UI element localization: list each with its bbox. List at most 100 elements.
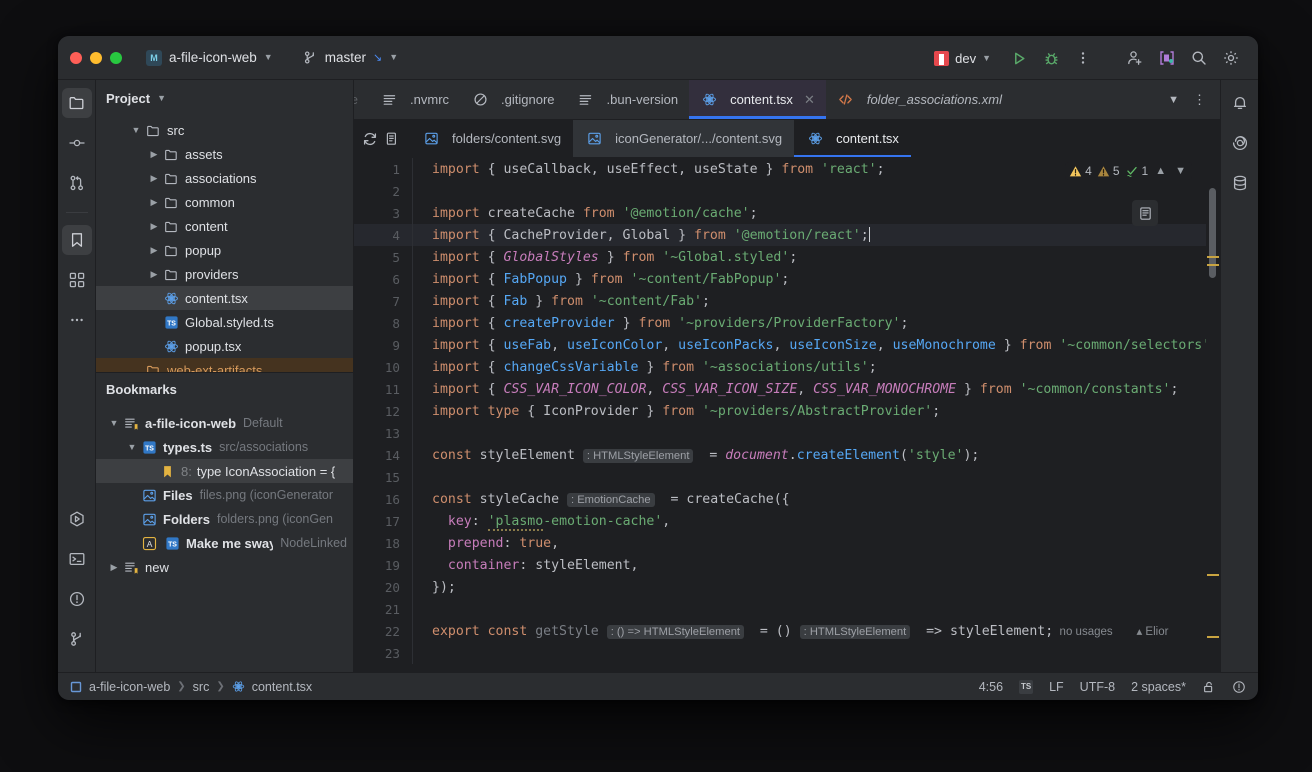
maximize-window-button[interactable] bbox=[110, 51, 122, 64]
code-line[interactable]: 16 const styleCache : EmotionCache = crea… bbox=[354, 488, 1220, 510]
sidebar-item-project[interactable] bbox=[61, 88, 92, 118]
editor-tab--nvmrc[interactable]: .nvmrc bbox=[369, 80, 460, 119]
project-selector[interactable]: M a-file-icon-web ▼ bbox=[140, 47, 279, 69]
line-number[interactable]: 4 bbox=[354, 228, 412, 243]
bookmark-row[interactable]: A TS Make me sway NodeLinked bbox=[96, 531, 353, 555]
bookmark-row[interactable]: ▼ TS types.ts src/associations bbox=[96, 435, 353, 459]
chevron-right-icon[interactable]: ▶ bbox=[106, 562, 122, 573]
weak-warning-count[interactable]: 5 bbox=[1097, 164, 1120, 178]
debug-button[interactable] bbox=[1036, 43, 1066, 73]
code-line[interactable]: 8 import { createProvider } from '~provid… bbox=[354, 312, 1220, 334]
run-tool-window-icon[interactable] bbox=[62, 504, 92, 534]
editor-tab--bun-version[interactable]: .bun-version bbox=[566, 80, 690, 119]
sidebar-item-commit[interactable] bbox=[62, 128, 92, 158]
code-line[interactable]: 9 import { useFab, useIconColor, useIconP… bbox=[354, 334, 1220, 356]
project-tree-row[interactable]: ▶ content bbox=[96, 214, 353, 238]
close-icon[interactable]: ✕ bbox=[804, 92, 815, 108]
code-line[interactable]: 15 bbox=[354, 466, 1220, 488]
problems-icon[interactable] bbox=[62, 584, 92, 614]
line-number[interactable]: 2 bbox=[354, 184, 412, 199]
run-configuration-selector[interactable]: dev ▼ bbox=[927, 48, 998, 69]
sidebar-item-bookmarks[interactable] bbox=[61, 225, 92, 255]
chevron-right-icon[interactable]: ▶ bbox=[146, 245, 162, 256]
bookmark-row[interactable]: ▼ a-file-icon-web Default bbox=[96, 411, 353, 435]
marker-warning[interactable] bbox=[1207, 264, 1219, 266]
chevron-up-icon[interactable]: ▲ bbox=[1153, 165, 1168, 177]
line-number[interactable]: 7 bbox=[354, 294, 412, 309]
code-line[interactable]: 4 import { CacheProvider, Global } from '… bbox=[354, 224, 1220, 246]
marker-warning[interactable] bbox=[1207, 636, 1219, 638]
chevron-right-icon[interactable]: ▶ bbox=[146, 149, 162, 160]
chevron-down-icon[interactable]: ▼ bbox=[128, 125, 144, 135]
code-line[interactable]: 2 bbox=[354, 180, 1220, 202]
ai-assistant-icon[interactable] bbox=[1225, 128, 1255, 158]
line-number[interactable]: 17 bbox=[354, 514, 412, 529]
chevron-down-icon[interactable]: ▼ bbox=[124, 442, 140, 452]
line-number[interactable]: 13 bbox=[354, 426, 412, 441]
more-vertical-icon[interactable] bbox=[1068, 43, 1098, 73]
code-line[interactable]: 12 import type { IconProvider } from '~pr… bbox=[354, 400, 1220, 422]
project-tree-row[interactable]: ▶ assets bbox=[96, 142, 353, 166]
chevron-right-icon[interactable]: ▶ bbox=[146, 221, 162, 232]
line-number[interactable]: 5 bbox=[354, 250, 412, 265]
line-number[interactable]: 21 bbox=[354, 602, 412, 617]
code-line[interactable]: 13 bbox=[354, 422, 1220, 444]
status-crumb-folder[interactable]: src bbox=[193, 680, 210, 694]
warning-count[interactable]: 4 bbox=[1069, 164, 1092, 178]
unlock-icon[interactable] bbox=[1202, 680, 1216, 694]
editor-tab-partial[interactable]: nore bbox=[354, 80, 369, 119]
file-encoding[interactable]: UTF-8 bbox=[1080, 680, 1115, 694]
code-line[interactable]: 18 prepend: true, bbox=[354, 532, 1220, 554]
version-control-icon[interactable] bbox=[62, 624, 92, 654]
line-number[interactable]: 14 bbox=[354, 448, 412, 463]
sidebar-item-pull-requests[interactable] bbox=[62, 168, 92, 198]
caret-position[interactable]: 4:56 bbox=[979, 680, 1003, 694]
project-tree-row[interactable]: ▶ common bbox=[96, 190, 353, 214]
project-tree-row[interactable]: web-ext-artifacts bbox=[96, 358, 353, 372]
inspections-widget-icon[interactable] bbox=[1232, 680, 1246, 694]
line-number[interactable]: 18 bbox=[354, 536, 412, 551]
chevron-right-icon[interactable]: ▶ bbox=[146, 173, 162, 184]
documentation-popup-icon[interactable] bbox=[1132, 200, 1158, 226]
project-tree-row[interactable]: ▶ popup bbox=[96, 238, 353, 262]
project-tree-row[interactable]: content.tsx bbox=[96, 286, 353, 310]
inspections-widget[interactable]: 4 5 1 ▲ ▼ bbox=[1065, 162, 1192, 180]
code-line[interactable]: 19 container: styleElement, bbox=[354, 554, 1220, 576]
marker-warning[interactable] bbox=[1207, 574, 1219, 576]
close-window-button[interactable] bbox=[70, 51, 82, 64]
code-with-me-icon[interactable] bbox=[1152, 43, 1182, 73]
line-number[interactable]: 19 bbox=[354, 558, 412, 573]
line-number[interactable]: 11 bbox=[354, 382, 412, 397]
search-icon[interactable] bbox=[1184, 43, 1214, 73]
sidebar-item-more-tools[interactable] bbox=[62, 305, 92, 335]
line-number[interactable]: 1 bbox=[354, 162, 412, 177]
preview-tab-2[interactable]: content.tsx bbox=[794, 120, 911, 157]
add-user-icon[interactable] bbox=[1120, 43, 1150, 73]
project-tree-row[interactable]: ▼ src bbox=[96, 118, 353, 142]
line-number[interactable]: 20 bbox=[354, 580, 412, 595]
code-line[interactable]: 14 const styleElement : HTMLStyleElement … bbox=[354, 444, 1220, 466]
line-number[interactable]: 12 bbox=[354, 404, 412, 419]
bookmark-row[interactable]: ▶ new bbox=[96, 555, 353, 579]
editor-tab-folder-associations-xml[interactable]: folder_associations.xml bbox=[826, 80, 1013, 119]
chevron-down-icon[interactable]: ▼ bbox=[1162, 94, 1185, 106]
status-crumb-project[interactable]: a-file-icon-web bbox=[89, 680, 170, 694]
preview-tab-1[interactable]: iconGenerator/.../content.svg bbox=[573, 120, 795, 157]
marker-warning[interactable] bbox=[1207, 256, 1219, 258]
code-line[interactable]: 5 import { GlobalStyles } from '~Global.s… bbox=[354, 246, 1220, 268]
code-line[interactable]: 11 import { CSS_VAR_ICON_COLOR, CSS_VAR_I… bbox=[354, 378, 1220, 400]
bookmarks-tree[interactable]: ▼ a-file-icon-web Default ▼ TS types.ts src/as… bbox=[96, 405, 353, 672]
code-line[interactable]: 7 import { Fab } from '~content/Fab'; bbox=[354, 290, 1220, 312]
code-line[interactable]: 10 import { changeCssVariable } from '~as… bbox=[354, 356, 1220, 378]
code-line[interactable]: 6 import { FabPopup } from '~content/FabP… bbox=[354, 268, 1220, 290]
chevron-down-icon[interactable]: ▼ bbox=[106, 418, 122, 428]
branch-selector[interactable]: master ↘ ▼ bbox=[297, 47, 404, 68]
notifications-bell-icon[interactable] bbox=[1225, 88, 1255, 118]
indent-setting[interactable]: 2 spaces* bbox=[1131, 680, 1186, 694]
code-line[interactable]: 23 bbox=[354, 642, 1220, 664]
chevron-down-icon[interactable]: ▼ bbox=[157, 93, 166, 103]
code-line[interactable]: 20}); bbox=[354, 576, 1220, 598]
chevron-right-icon[interactable]: ▶ bbox=[146, 269, 162, 280]
bookmark-row[interactable]: 8: type IconAssociation = { bbox=[96, 459, 353, 483]
preview-tab-0[interactable]: folders/content.svg bbox=[410, 120, 573, 157]
